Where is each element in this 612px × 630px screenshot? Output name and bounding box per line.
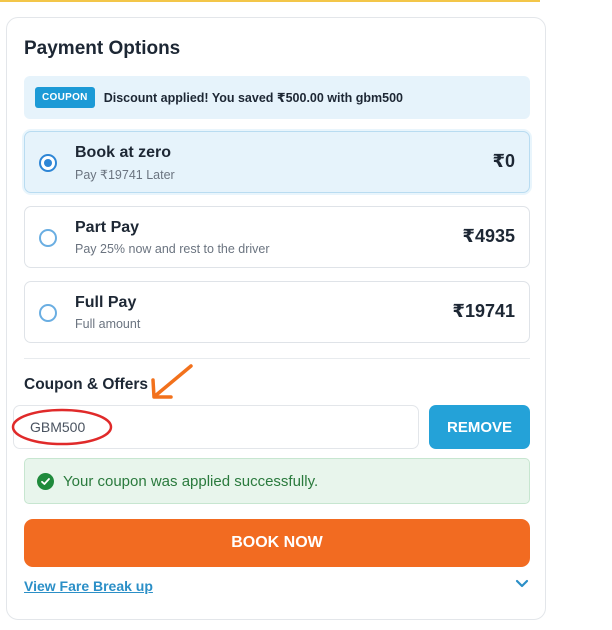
option-subtext: Pay 25% now and rest to the driver xyxy=(75,242,270,256)
option-subtext: Full amount xyxy=(75,317,141,331)
annotation-arrow-icon xyxy=(151,364,193,399)
coupon-code-input[interactable] xyxy=(13,405,419,449)
option-name: Full Pay xyxy=(75,294,137,311)
option-price: ₹4935 xyxy=(462,226,515,246)
coupon-success-message: Your coupon was applied successfully. xyxy=(24,458,530,504)
coupon-section-title: Coupon & Offers xyxy=(24,376,148,393)
payment-option-full-pay[interactable]: Full Pay Full amount ₹19741 xyxy=(24,281,530,343)
check-circle-icon xyxy=(37,472,54,490)
option-subtext: Pay ₹19741 Later xyxy=(75,168,175,182)
radio-unselected-icon[interactable] xyxy=(39,229,57,247)
coupon-banner-text: Discount applied! You saved ₹500.00 with… xyxy=(103,91,403,105)
remove-coupon-button[interactable]: REMOVE xyxy=(429,405,530,449)
option-name: Book at zero xyxy=(75,144,172,161)
chevron-down-icon[interactable] xyxy=(515,579,529,589)
option-price: ₹0 xyxy=(492,151,515,171)
coupon-banner: COUPON Discount applied! You saved ₹500.… xyxy=(24,76,530,119)
payment-card: Payment Options COUPON Discount applied!… xyxy=(6,17,546,620)
page-title: Payment Options xyxy=(24,38,181,59)
book-now-button[interactable]: BOOK NOW xyxy=(24,519,530,567)
success-text: Your coupon was applied successfully. xyxy=(63,472,319,490)
top-divider xyxy=(0,0,540,2)
radio-unselected-icon[interactable] xyxy=(39,304,57,322)
coupon-badge: COUPON xyxy=(35,87,95,108)
radio-selected-icon[interactable] xyxy=(39,154,57,172)
section-divider xyxy=(24,358,530,359)
option-price: ₹19741 xyxy=(452,301,515,321)
view-fare-breakup-link[interactable]: View Fare Break up xyxy=(24,578,153,594)
payment-option-part-pay[interactable]: Part Pay Pay 25% now and rest to the dri… xyxy=(24,206,530,268)
option-name: Part Pay xyxy=(75,219,140,236)
payment-option-book-at-zero[interactable]: Book at zero Pay ₹19741 Later ₹0 xyxy=(24,131,530,193)
